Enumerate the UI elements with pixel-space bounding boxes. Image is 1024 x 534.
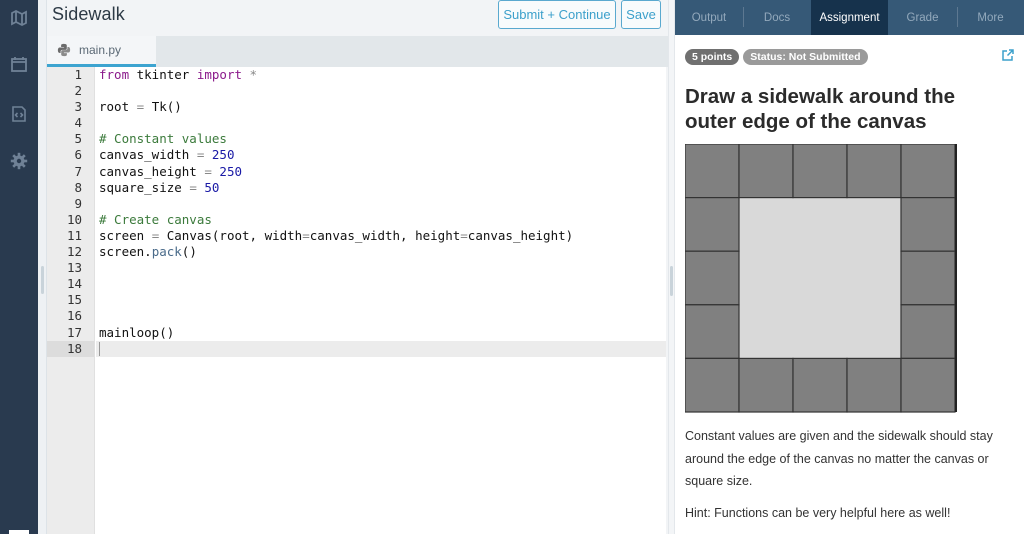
code-line-17[interactable]: mainloop() [96,325,666,341]
code-file-icon[interactable] [9,104,29,124]
right-panel-tabs: Output Docs Assignment Grade More [675,0,1024,35]
sidewalk-tile [900,250,956,306]
line-number: 6 [74,147,82,163]
tab-more[interactable]: More [957,0,1024,35]
line-number: 9 [74,195,82,211]
text-cursor [99,342,100,357]
code-line-3[interactable]: root = Tk() [96,99,666,115]
line-number: 15 [66,292,82,308]
code-lines[interactable]: from tkinter import * root = Tk() # Cons… [96,67,666,357]
line-number: 17 [66,324,82,340]
calendar-icon[interactable] [9,54,29,74]
file-tab-main-py[interactable]: main.py [47,36,156,67]
save-button[interactable]: Save [621,0,661,29]
sidewalk-tile [685,196,740,252]
tab-grade[interactable]: Grade [888,0,957,35]
line-number: 5 [74,131,82,147]
sidewalk-tile [685,144,740,199]
code-line-10[interactable]: # Create canvas [96,212,666,228]
code-line-13[interactable] [96,260,666,276]
line-number: 11 [66,227,82,243]
line-number: 3 [74,99,82,115]
left-resize-handle[interactable] [41,266,44,294]
assignment-description: Constant values are given and the sidewa… [685,429,993,488]
sidewalk-tile [685,250,740,306]
code-line-14[interactable] [96,276,666,292]
code-line-7[interactable]: canvas_height = 250 [96,164,666,180]
sidewalk-tile [738,357,794,413]
points-badge: 5 points [685,49,740,65]
code-line-1[interactable]: from tkinter import * [96,67,666,83]
sidewalk-tile [792,357,848,413]
badge-row: 5 points Status: Not Submitted [685,49,868,65]
line-number: 1 [74,67,82,82]
code-line-12[interactable]: screen.pack() [96,244,666,260]
sidewalk-tile [685,304,740,360]
line-number: 4 [74,115,82,131]
file-tab-bar: main.py [47,36,668,67]
line-number-gutter: 1 2 3 4 5 6 7 8 9 10 11 12 13 14 15 16 17 18 [47,67,95,534]
project-title: Sidewalk [52,4,125,24]
sidewalk-tile [900,144,956,199]
splitter-grip[interactable] [670,266,673,296]
sidewalk-tile [685,357,740,413]
code-line-8[interactable]: square_size = 50 [96,180,666,196]
editor-column: Sidewalk Submit + Continue Save main.py … [38,0,668,534]
code-line-2[interactable] [96,83,666,99]
line-number: 12 [66,244,82,260]
sidewalk-tile [900,196,956,252]
sidewalk-tile [846,144,902,199]
ide-app: Sidewalk Submit + Continue Save main.py … [0,0,1024,534]
line-number: 8 [74,179,82,195]
assignment-panel: Output Docs Assignment Grade More 5 poin… [675,0,1024,534]
map-icon[interactable] [9,8,29,28]
rail-bottom-indicator [9,530,29,534]
tab-assignment[interactable]: Assignment [811,0,888,35]
tab-output[interactable]: Output [675,0,743,35]
line-number: 10 [66,211,82,227]
code-line-6[interactable]: canvas_width = 250 [96,147,666,163]
python-icon [57,43,71,57]
title-bar: Sidewalk Submit + Continue Save [47,0,668,36]
submit-continue-button[interactable]: Submit + Continue [498,0,616,29]
line-number: 7 [74,163,82,179]
nav-rail [0,0,38,534]
code-line-4[interactable] [96,115,666,131]
canvas-edge [955,144,957,412]
line-number: 18 [47,340,94,357]
line-number: 14 [66,276,82,292]
example-output-image [685,144,957,413]
line-number: 13 [66,260,82,276]
sidewalk-tile [738,144,794,199]
pane-splitter[interactable] [668,0,675,534]
line-number: 16 [66,308,82,324]
assignment-title: Draw a sidewalk around the outer edge of… [685,85,955,133]
code-line-18[interactable] [96,340,666,357]
gear-icon[interactable] [9,151,29,171]
code-line-16[interactable] [96,308,666,324]
sidewalk-tile [900,304,956,360]
line-number: 2 [74,83,82,99]
code-line-15[interactable] [96,292,666,308]
external-link-icon[interactable] [1001,48,1015,62]
status-badge: Status: Not Submitted [743,49,868,65]
assignment-hint: Hint: Functions can be very helpful here… [685,506,951,520]
code-line-11[interactable]: screen = Canvas(root, width=canvas_width… [96,228,666,244]
code-line-9[interactable] [96,196,666,212]
code-line-5[interactable]: # Constant values [96,131,666,147]
tab-docs[interactable]: Docs [743,0,811,35]
sidewalk-tile [792,144,848,199]
sidewalk-tile [846,357,902,413]
file-tab-label: main.py [79,43,122,57]
code-editor[interactable]: 1 2 3 4 5 6 7 8 9 10 11 12 13 14 15 16 17 18 from tkinter… [47,67,666,534]
sidewalk-tile [900,357,956,413]
